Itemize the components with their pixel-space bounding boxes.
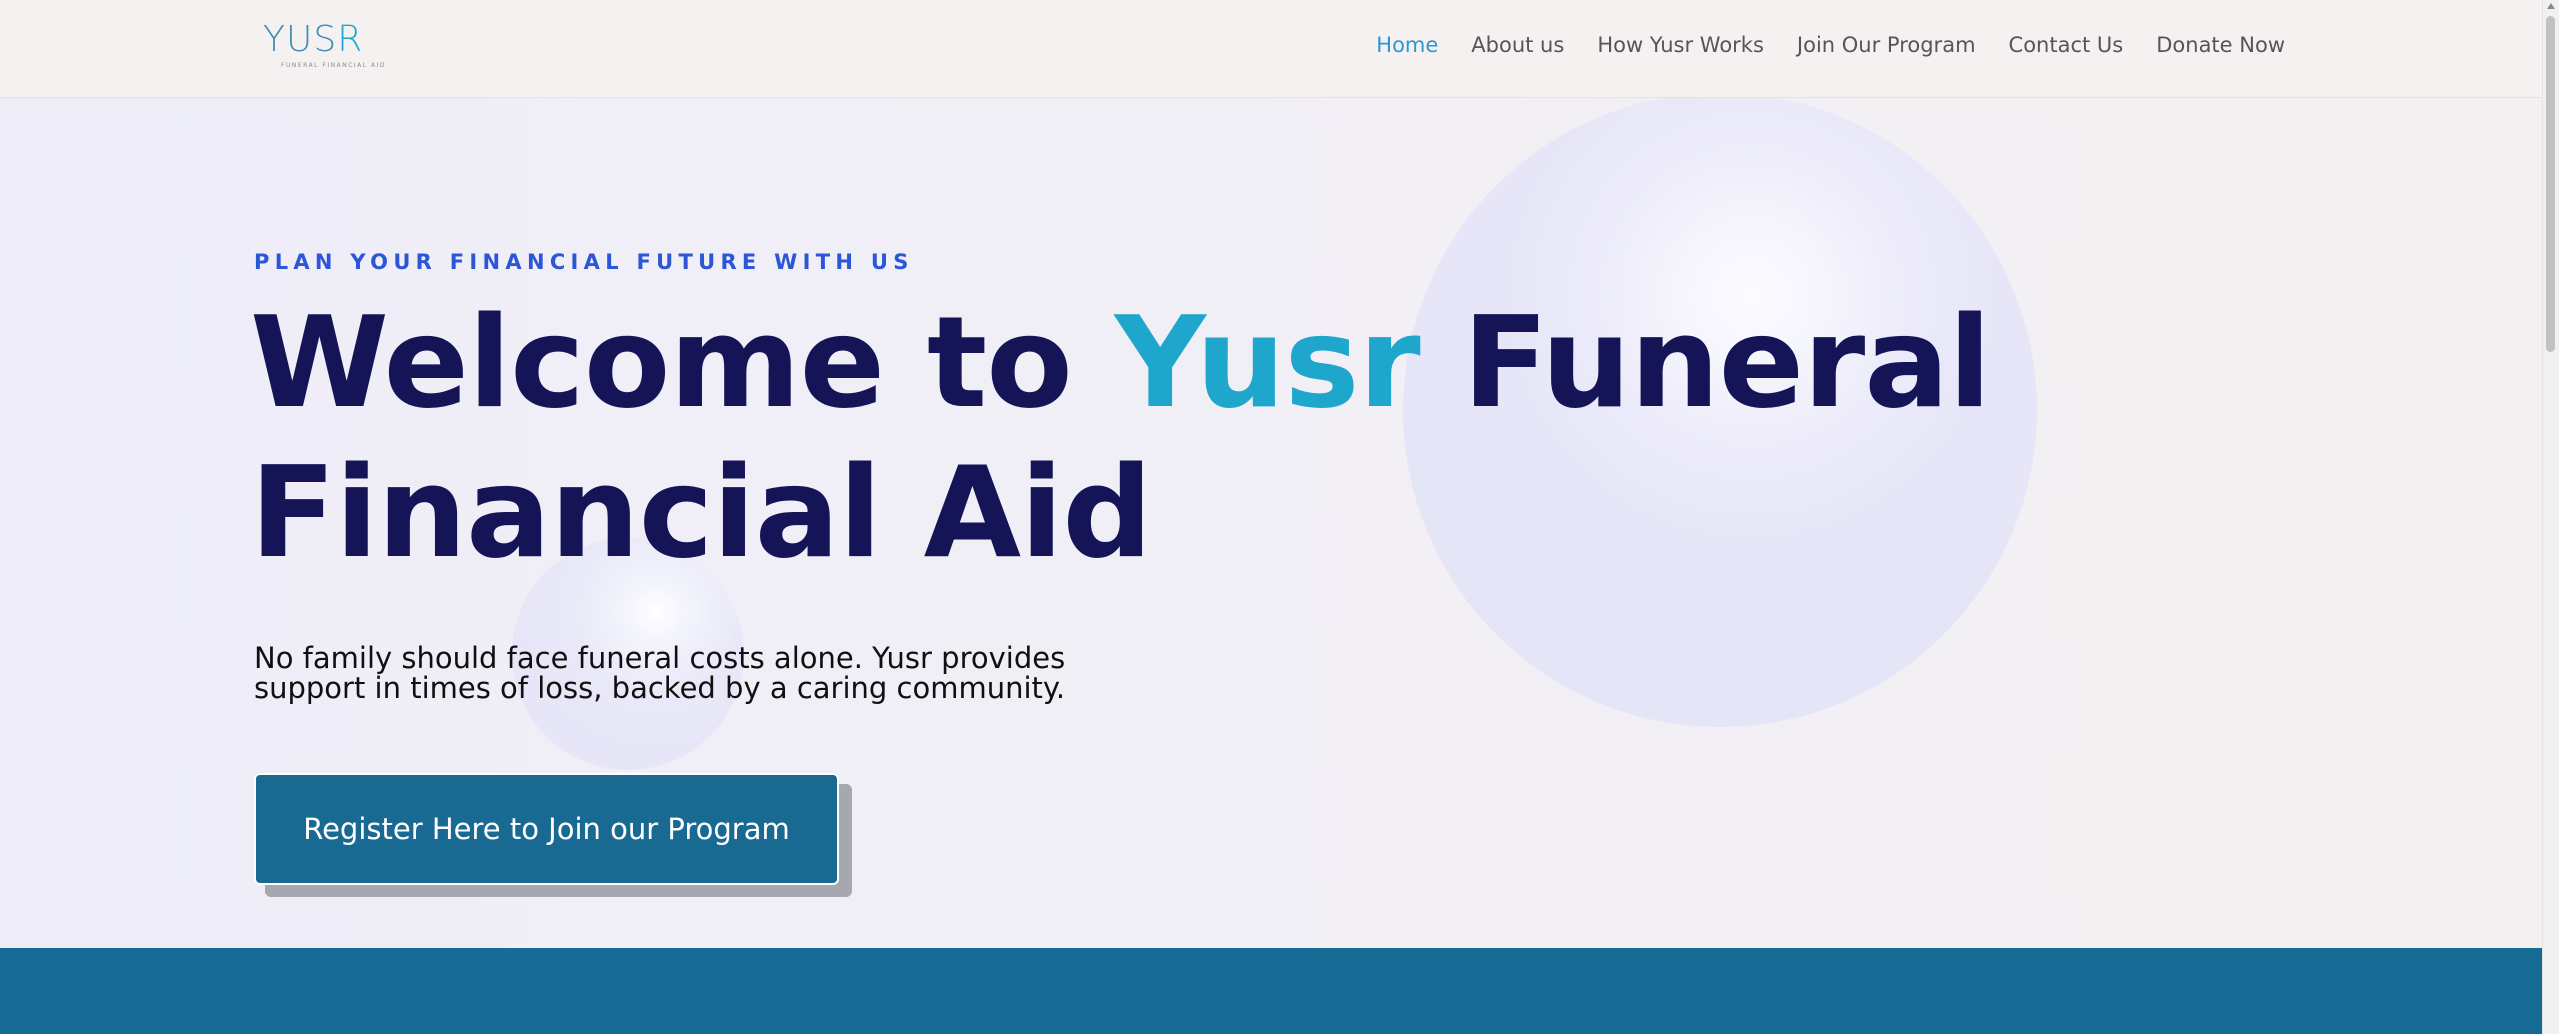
logo-wordmark: YUSR <box>263 20 383 60</box>
site-logo[interactable]: YUSR FUNERAL FINANCIAL AID <box>263 20 387 72</box>
site-header: YUSR FUNERAL FINANCIAL AID Home About us… <box>0 0 2542 98</box>
page: YUSR FUNERAL FINANCIAL AID Home About us… <box>0 0 2559 1034</box>
logo-word-main: YUS <box>263 19 338 60</box>
scrollbar-thumb[interactable] <box>2546 16 2555 352</box>
scroll-up-arrow-icon[interactable] <box>2547 3 2555 9</box>
nav-link-donate-now[interactable]: Donate Now <box>2156 30 2285 60</box>
hero-description: No family should face funeral costs alon… <box>254 641 1066 705</box>
headline-funeral-text: Funeral <box>1419 289 1991 436</box>
main-nav: Home About us How Yusr Works Join Our Pr… <box>1343 30 2285 60</box>
hero-headline: Welcome to Yusr Funeral Financial Aid <box>250 288 1991 588</box>
page-scrollbar[interactable] <box>2542 0 2559 1034</box>
nav-link-join-our-program[interactable]: Join Our Program <box>1797 30 1976 60</box>
headline-brand-accent: Yusr <box>1114 289 1421 436</box>
nav-link-contact-us[interactable]: Contact Us <box>2009 30 2124 60</box>
register-program-button[interactable]: Register Here to Join our Program <box>254 773 839 885</box>
headline-line-two: Financial Aid <box>250 439 1153 586</box>
hero-section: PLAN YOUR FINANCIAL FUTURE WITH US Welco… <box>0 98 2542 948</box>
nav-link-home[interactable]: Home <box>1376 30 1438 60</box>
nav-link-how-yusr-works[interactable]: How Yusr Works <box>1597 30 1764 60</box>
logo-word-accent: R <box>337 19 364 60</box>
section-band <box>0 948 2542 1034</box>
logo-tagline: FUNERAL FINANCIAL AID <box>281 62 387 69</box>
nav-link-about-us[interactable]: About us <box>1471 30 1564 60</box>
headline-welcome-text: Welcome to <box>250 289 1115 436</box>
hero-eyebrow: PLAN YOUR FINANCIAL FUTURE WITH US <box>254 250 914 274</box>
